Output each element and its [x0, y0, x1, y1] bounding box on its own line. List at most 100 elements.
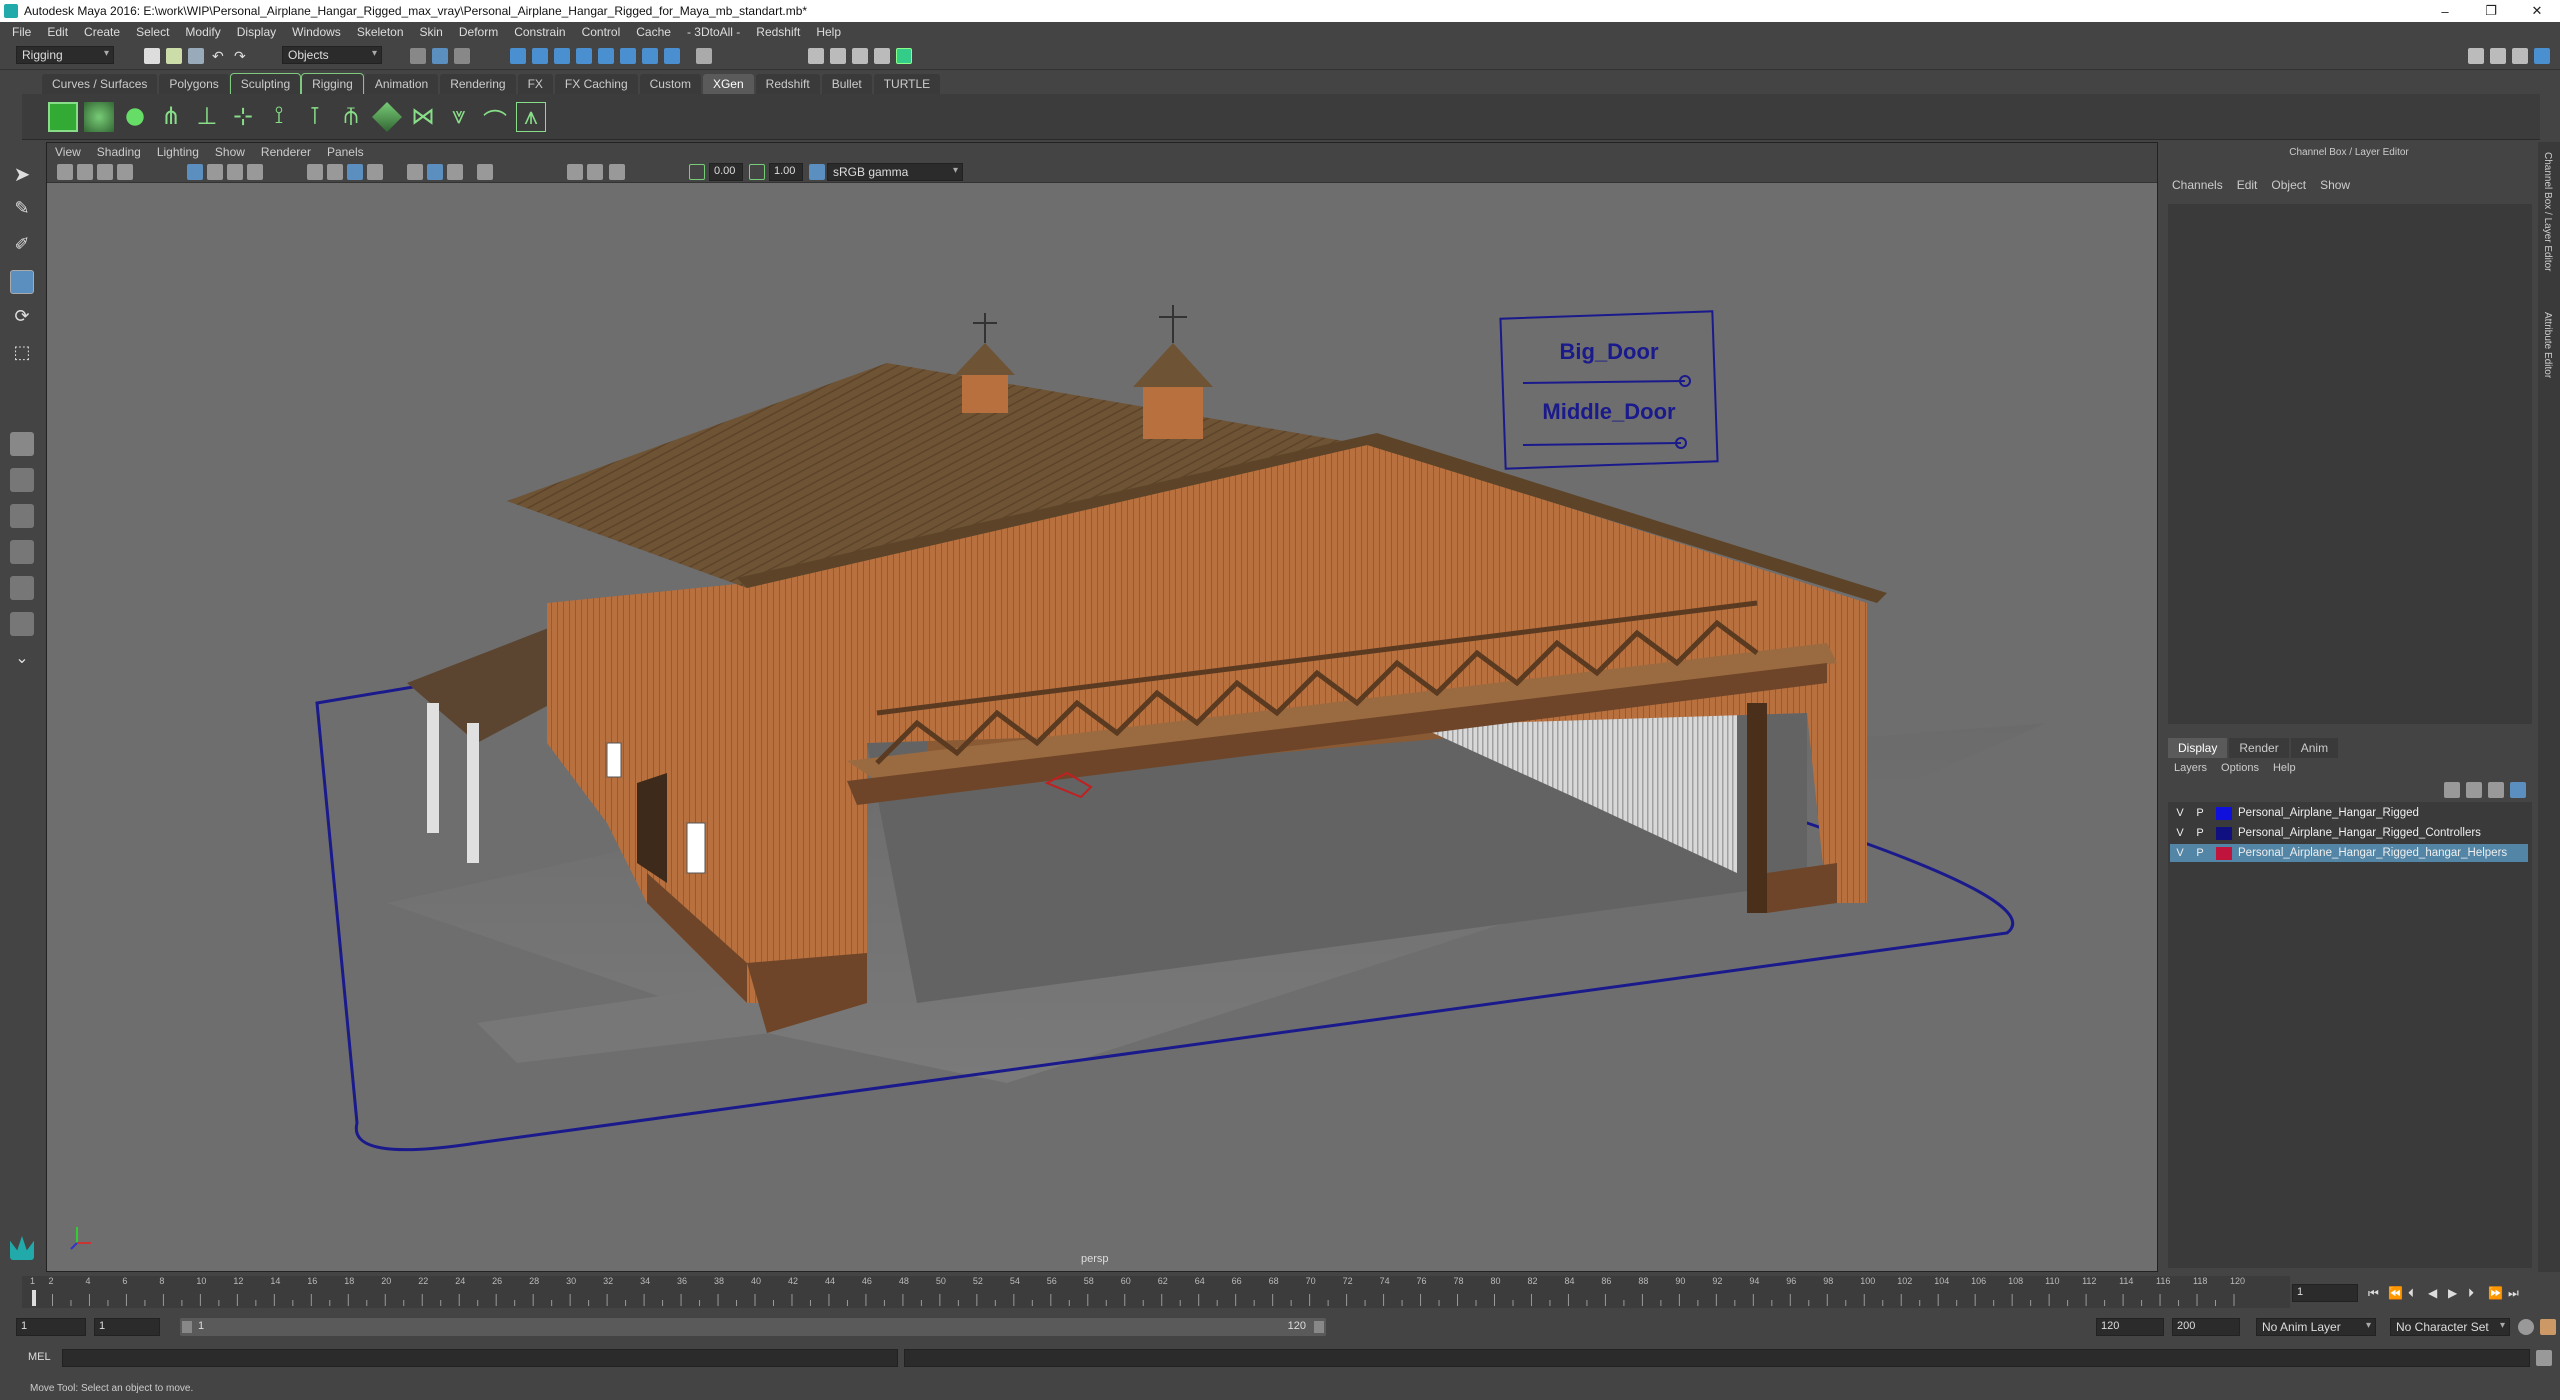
menu-cache[interactable]: Cache — [628, 25, 679, 39]
menu-control[interactable]: Control — [574, 25, 629, 39]
xgen-normalize-icon[interactable]: ⫚ — [336, 102, 366, 132]
channel-box-body[interactable] — [2168, 204, 2532, 724]
viewport-menu-shading[interactable]: Shading — [97, 145, 141, 159]
door-controller-panel[interactable]: Big_Door Middle_Door — [1499, 310, 1719, 470]
view-transform-icon[interactable] — [809, 164, 825, 180]
graph-persp-icon[interactable] — [10, 612, 34, 636]
xgen-interactive-groom-icon[interactable]: ⩚ — [516, 102, 546, 132]
layer-color-swatch[interactable] — [2216, 806, 2232, 820]
lock-icon[interactable] — [696, 48, 712, 64]
command-input[interactable] — [62, 1349, 898, 1367]
menu-skeleton[interactable]: Skeleton — [349, 25, 412, 39]
shelf-tab[interactable]: Bullet — [821, 74, 872, 94]
smooth-shade-icon[interactable] — [327, 164, 343, 180]
range-end-handle[interactable] — [1314, 1321, 1324, 1333]
shelf-tab[interactable]: Redshift — [755, 74, 820, 94]
playback-start-field[interactable]: 1 — [94, 1318, 160, 1336]
layer-row[interactable]: V P Personal_Airplane_Hangar_Rigged_Cont… — [2170, 824, 2528, 842]
gamma-field[interactable]: 1.00 — [769, 163, 803, 181]
two-view-side-icon[interactable] — [10, 504, 34, 528]
undo-icon[interactable]: ↶ — [212, 48, 228, 64]
layer-menu-options[interactable]: Options — [2221, 762, 2259, 774]
xgen-lock-length-icon[interactable]: ⊺ — [300, 102, 330, 132]
anim-layer-dropdown[interactable]: No Anim Layer — [2256, 1318, 2376, 1336]
channel-box-menu-edit[interactable]: Edit — [2237, 178, 2258, 192]
menuset-dropdown[interactable]: Rigging — [16, 46, 114, 64]
isolate-select-icon[interactable] — [567, 164, 583, 180]
animation-start-field[interactable]: 1 — [16, 1318, 86, 1336]
layer-tab-anim[interactable]: Anim — [2290, 738, 2339, 758]
xgen-rotate-guide-icon[interactable]: ⟟ — [264, 102, 294, 132]
shelf-tab-xgen[interactable]: XGen — [702, 74, 754, 94]
xgen-globe-icon[interactable] — [84, 102, 114, 132]
menu-3dtoall[interactable]: - 3DtoAll - — [679, 25, 748, 39]
viewport-menu-lighting[interactable]: Lighting — [157, 145, 199, 159]
xgen-hair-icon[interactable]: ⩔ — [444, 102, 474, 132]
ipr-render-icon[interactable] — [852, 48, 868, 64]
menu-skin[interactable]: Skin — [412, 25, 451, 39]
textured-icon[interactable] — [347, 164, 363, 180]
snap-view-plane-icon[interactable] — [576, 48, 592, 64]
snap-grid-icon[interactable] — [510, 48, 526, 64]
camera-attributes-icon[interactable] — [77, 164, 93, 180]
step-back-key-icon[interactable]: ⏪ — [2388, 1286, 2404, 1302]
playback-end-field[interactable]: 120 — [2096, 1318, 2164, 1336]
xgen-grooming-icon[interactable]: ⋈ — [408, 102, 438, 132]
resolution-gate-icon[interactable] — [227, 164, 243, 180]
attribute-editor-toggle-icon[interactable] — [2512, 48, 2528, 64]
shelf-tab[interactable]: Polygons — [159, 74, 229, 94]
snap-curve-icon[interactable] — [532, 48, 548, 64]
select-tool-icon[interactable]: ➤ — [10, 162, 34, 186]
step-forward-key-icon[interactable]: ⏩ — [2488, 1286, 2504, 1302]
select-by-object-icon[interactable] — [432, 48, 448, 64]
rotate-tool-icon[interactable]: ⟳ — [10, 306, 34, 330]
new-scene-icon[interactable] — [144, 48, 160, 64]
layer-row-selected[interactable]: V P Personal_Airplane_Hangar_Rigged_hang… — [2170, 844, 2528, 862]
shelf-tab[interactable]: Sculpting — [229, 73, 302, 95]
viewport-menu-view[interactable]: View — [55, 145, 81, 159]
menu-constrain[interactable]: Constrain — [506, 25, 573, 39]
redo-icon[interactable]: ↷ — [234, 48, 250, 64]
exposure-field[interactable]: 0.00 — [709, 163, 743, 181]
select-by-component-icon[interactable] — [454, 48, 470, 64]
shelf-tab[interactable]: Curves / Surfaces — [42, 74, 158, 94]
snap-center-icon[interactable] — [664, 48, 680, 64]
shelf-tab[interactable]: Animation — [364, 74, 439, 94]
step-back-frame-icon[interactable]: ⏴ — [2408, 1286, 2424, 1302]
color-management-icon[interactable] — [609, 164, 625, 180]
menu-display[interactable]: Display — [229, 25, 284, 39]
ambient-occlusion-icon[interactable] — [447, 164, 463, 180]
animation-end-field[interactable]: 200 — [2172, 1318, 2240, 1336]
play-backward-icon[interactable]: ◀ — [2428, 1286, 2444, 1302]
snap-point-icon[interactable] — [554, 48, 570, 64]
layer-tab-display[interactable]: Display — [2168, 738, 2228, 758]
shelf-tab[interactable]: FX Caching — [554, 74, 638, 94]
layer-playback-toggle[interactable]: P — [2190, 827, 2210, 839]
close-button[interactable]: ✕ — [2514, 0, 2560, 22]
shadows-icon[interactable] — [407, 164, 423, 180]
3d-scene[interactable]: Big_Door Middle_Door — [47, 183, 2157, 1251]
render-current-icon[interactable] — [830, 48, 846, 64]
lasso-tool-icon[interactable]: ✎ — [10, 198, 34, 222]
selection-mask-dropdown[interactable]: Objects — [282, 46, 382, 64]
snap-live-icon[interactable] — [598, 48, 614, 64]
open-scene-icon[interactable] — [166, 48, 182, 64]
move-layer-up-icon[interactable] — [2444, 782, 2460, 798]
hypershade-icon[interactable] — [896, 48, 912, 64]
layer-tab-render[interactable]: Render — [2229, 738, 2289, 758]
range-start-handle[interactable] — [182, 1321, 192, 1333]
time-slider[interactable]: 1 2 4 6 8 10 12 14 16 18 20 22 24 26 28 30 32 34 36 38 40 42 4… — [22, 1276, 2290, 1308]
grid-icon[interactable] — [187, 164, 203, 180]
image-plane-icon[interactable] — [117, 164, 133, 180]
character-set-dropdown[interactable]: No Character Set — [2390, 1318, 2510, 1336]
menu-create[interactable]: Create — [76, 25, 128, 39]
exposure-icon[interactable] — [689, 164, 705, 180]
paint-select-icon[interactable]: ✐ — [10, 234, 34, 258]
menu-windows[interactable]: Windows — [284, 25, 349, 39]
side-tab-attribute-editor[interactable]: Attribute Editor — [2542, 312, 2553, 378]
shelf-tab[interactable]: TURTLE — [873, 74, 941, 94]
shelf-tab[interactable]: Custom — [639, 74, 701, 94]
menu-edit[interactable]: Edit — [39, 25, 76, 39]
script-editor-icon[interactable] — [2536, 1350, 2552, 1366]
layer-playback-toggle[interactable]: P — [2190, 847, 2210, 859]
